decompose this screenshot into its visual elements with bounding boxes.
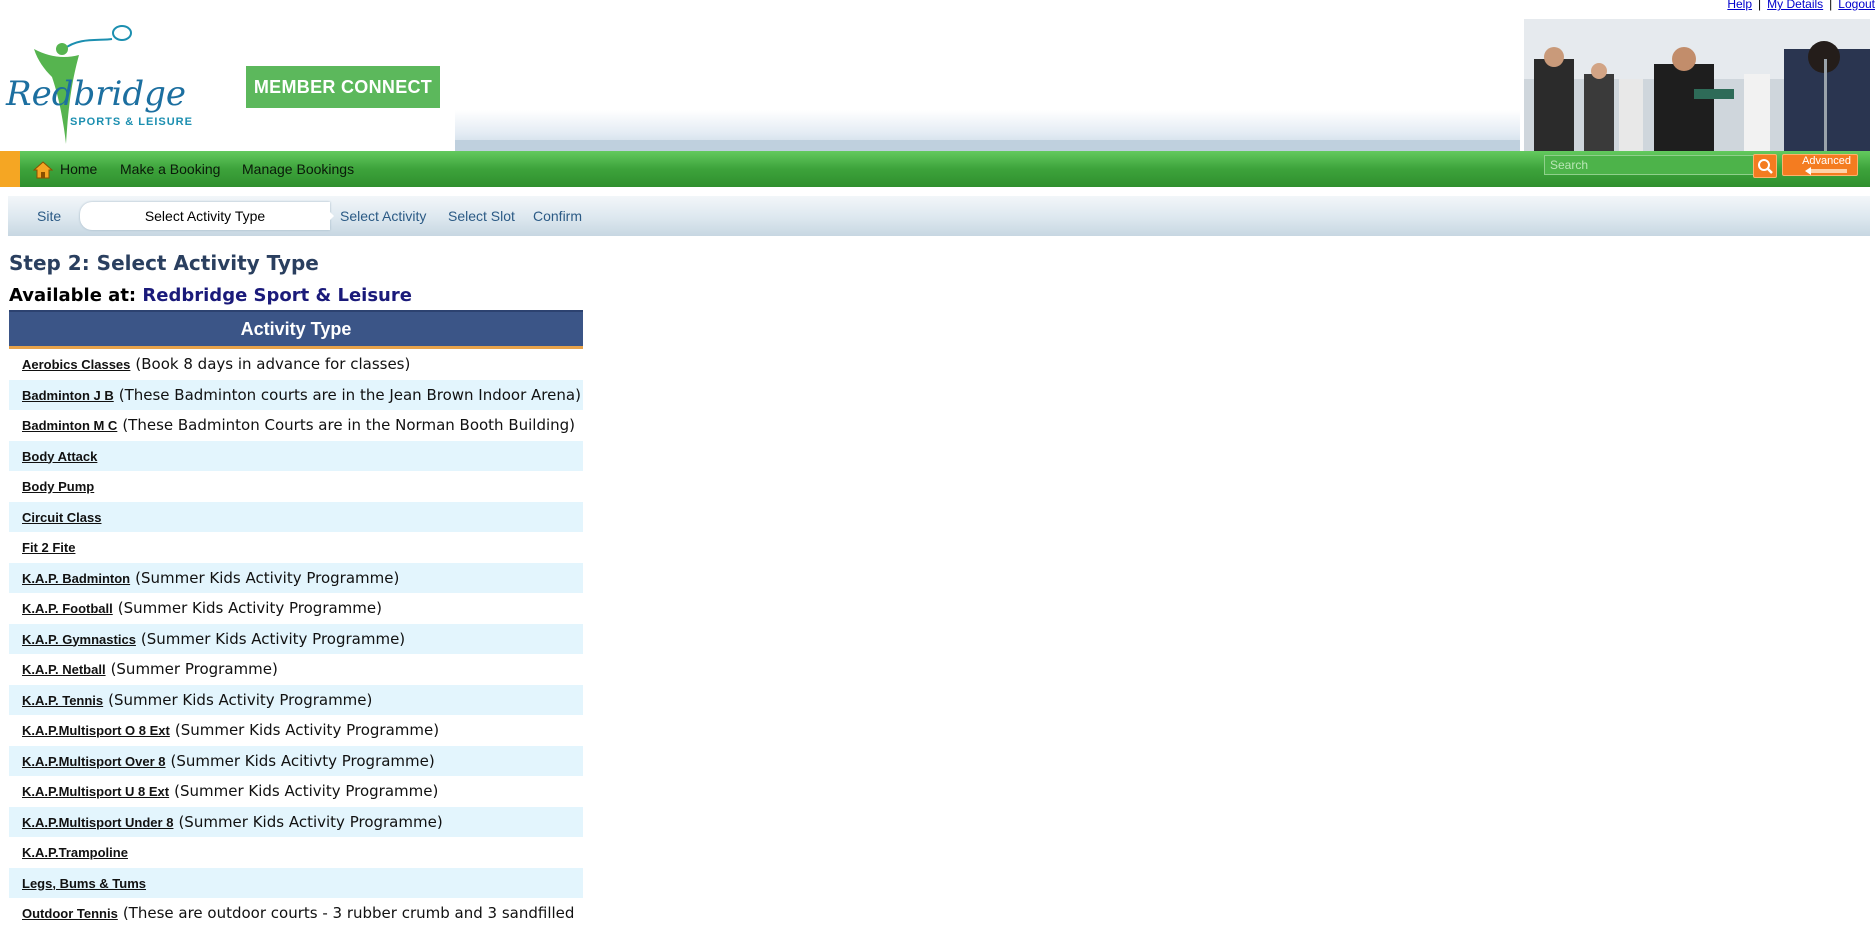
activity-link[interactable]: Fit 2 Fite: [22, 540, 75, 555]
main-nav: Home Make a Booking Manage Bookings Adva…: [0, 151, 1870, 187]
available-label: Available at:: [9, 285, 137, 306]
activity-link[interactable]: K.A.P.Multisport U 8 Ext: [22, 784, 169, 799]
activity-note: (Summer Programme): [110, 660, 278, 678]
search-input[interactable]: [1544, 155, 1758, 175]
table-row: K.A.P. Tennis (Summer Kids Activity Progr…: [9, 684, 583, 715]
table-row: K.A.P.Multisport Over 8 (Summer Kids Acit…: [9, 745, 583, 776]
home-icon[interactable]: [33, 161, 53, 179]
table-row: Fit 2 Fite: [9, 532, 583, 563]
table-header: Activity Type: [9, 310, 583, 349]
logo-tagline: SPORTS & LEISURE: [70, 116, 193, 128]
search-icon: [1758, 159, 1773, 174]
table-row: K.A.P. Gymnastics (Summer Kids Activity P…: [9, 623, 583, 654]
figure-head-icon: [56, 43, 68, 55]
separator: |: [1829, 0, 1833, 11]
search-button[interactable]: [1753, 154, 1777, 178]
table-row: Body Pump: [9, 471, 583, 502]
nav-make-a-booking[interactable]: Make a Booking: [120, 151, 220, 187]
racket-head-icon: [112, 25, 132, 41]
booking-steps: Site Select Activity Type Select Activit…: [8, 196, 1870, 236]
table-row: Aerobics Classes (Book 8 days in advance …: [9, 349, 583, 380]
fitness-class-photo: [1524, 19, 1870, 158]
table-row: Outdoor Tennis (These are outdoor courts …: [9, 898, 583, 929]
step-select-activity-type: Select Activity Type: [144, 208, 266, 224]
separator: |: [1758, 0, 1762, 11]
table-row: K.A.P. Football (Summer Kids Activity Pro…: [9, 593, 583, 624]
step-confirm[interactable]: Confirm: [533, 196, 582, 236]
logo-wordmark: Redbridge: [5, 74, 186, 114]
activity-note: (These are outdoor courts - 3 rubber cru…: [122, 904, 575, 922]
activity-note: (Summer Kids Activity Programme): [174, 782, 439, 800]
table-row: K.A.P.Multisport U 8 Ext (Summer Kids Act…: [9, 776, 583, 807]
logout-link[interactable]: Logout: [1838, 0, 1875, 11]
table-row: Body Attack: [9, 440, 583, 471]
step-site[interactable]: Site: [37, 196, 61, 236]
activity-link[interactable]: Body Attack: [22, 449, 97, 464]
activity-type-table: Activity Type Aerobics Classes (Book 8 da…: [9, 310, 583, 929]
table-row: Badminton M C (These Badminton Courts are…: [9, 410, 583, 441]
my-details-link[interactable]: My Details: [1767, 0, 1823, 11]
help-link[interactable]: Help: [1727, 0, 1752, 11]
advanced-label: Advanced: [1802, 155, 1851, 167]
activity-link[interactable]: Aerobics Classes: [22, 357, 130, 372]
activity-note: (Summer Kids Activity Programme): [178, 812, 443, 831]
activity-note: (These Badminton Courts are in the Norma…: [122, 416, 576, 434]
activity-note: (These Badminton courts are in the Jean …: [118, 385, 581, 404]
page-title: Step 2: Select Activity Type: [9, 251, 319, 275]
activity-link[interactable]: K.A.P.Multisport Under 8: [22, 815, 173, 830]
nav-accent: [0, 151, 20, 187]
activity-link[interactable]: K.A.P. Gymnastics: [22, 632, 136, 647]
activity-link[interactable]: Badminton J B: [22, 388, 114, 403]
activity-note: (Summer Kids Activity Programme): [108, 690, 373, 709]
top-links: Help | My Details | Logout: [1727, 0, 1875, 11]
table-row: K.A.P.Multisport O 8 Ext (Summer Kids Act…: [9, 715, 583, 746]
redbridge-logo[interactable]: Redbridge SPORTS & LEISURE: [4, 19, 194, 149]
arrow-left-icon: [1805, 167, 1847, 175]
activity-list: Aerobics Classes (Book 8 days in advance …: [9, 349, 583, 929]
table-row: Badminton J B (These Badminton courts are…: [9, 379, 583, 410]
member-connect-badge: MEMBER CONNECT: [246, 66, 440, 108]
activity-note: (Summer Kids Acitivty Programme): [170, 751, 435, 770]
nav-home[interactable]: Home: [60, 151, 97, 187]
activity-link[interactable]: Badminton M C: [22, 418, 117, 433]
table-row: K.A.P.Trampoline: [9, 837, 583, 868]
activity-note: (Summer Kids Activity Programme): [135, 568, 400, 587]
racket-handle-icon: [63, 38, 113, 50]
table-row: K.A.P. Netball (Summer Programme): [9, 654, 583, 685]
table-row: Legs, Bums & Tums: [9, 867, 583, 898]
site-name: Redbridge Sport & Leisure: [142, 285, 412, 306]
activity-link[interactable]: Body Pump: [22, 479, 94, 494]
activity-note: (Summer Kids Activity Programme): [174, 721, 440, 739]
nav-manage-bookings[interactable]: Manage Bookings: [242, 151, 354, 187]
activity-link[interactable]: Legs, Bums & Tums: [22, 876, 146, 891]
activity-link[interactable]: K.A.P. Badminton: [22, 571, 130, 586]
activity-link[interactable]: Outdoor Tennis: [22, 906, 118, 921]
table-row: K.A.P.Multisport Under 8 (Summer Kids Act…: [9, 806, 583, 837]
activity-link[interactable]: K.A.P. Football: [22, 601, 113, 616]
activity-note: (Book 8 days in advance for classes): [135, 355, 411, 373]
activity-note: (Summer Kids Activity Programme): [140, 629, 406, 648]
activity-note: (Summer Kids Activity Programme): [117, 599, 382, 617]
activity-link[interactable]: K.A.P. Tennis: [22, 693, 103, 708]
activity-link[interactable]: K.A.P.Multisport O 8 Ext: [22, 723, 170, 738]
activity-link[interactable]: K.A.P.Trampoline: [22, 845, 128, 860]
step-select-slot[interactable]: Select Slot: [448, 196, 515, 236]
activity-link[interactable]: Circuit Class: [22, 510, 101, 525]
step-select-activity[interactable]: Select Activity: [340, 196, 426, 236]
advanced-search-button[interactable]: Advanced: [1782, 154, 1858, 176]
activity-link[interactable]: K.A.P. Netball: [22, 662, 106, 677]
table-row: Circuit Class: [9, 501, 583, 532]
available-at: Available at: Redbridge Sport & Leisure: [9, 285, 412, 306]
activity-link[interactable]: K.A.P.Multisport Over 8: [22, 754, 166, 769]
table-row: K.A.P. Badminton (Summer Kids Activity Pr…: [9, 562, 583, 593]
